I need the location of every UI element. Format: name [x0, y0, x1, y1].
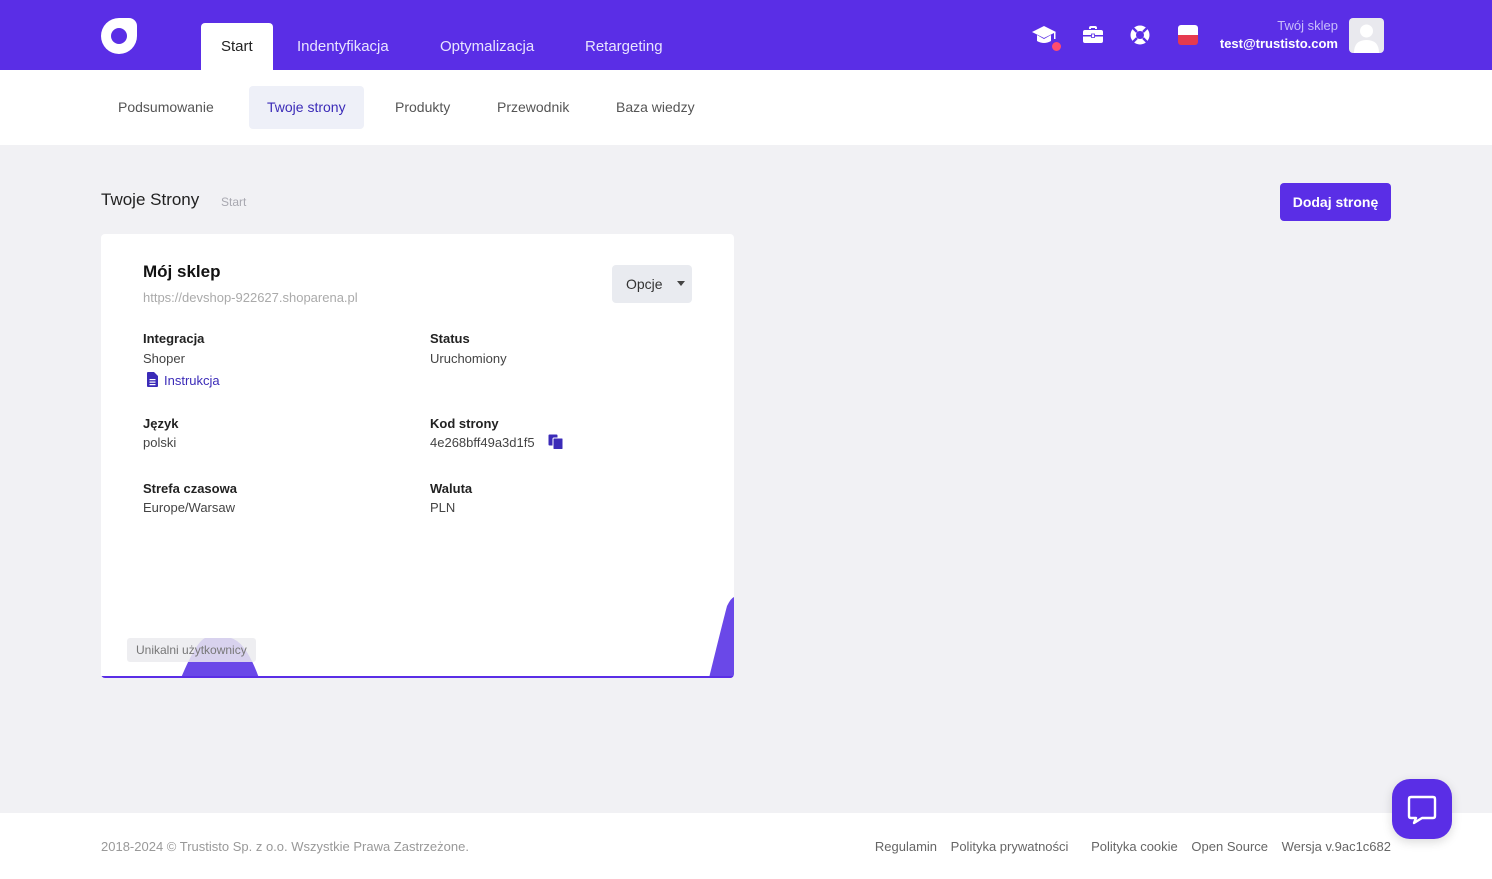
options-label: Opcje: [626, 276, 663, 292]
document-icon: [147, 372, 158, 387]
timezone-label: Strefa czasowa: [143, 481, 237, 496]
app-version: Wersja v.9ac1c682: [1281, 839, 1391, 854]
language-label: Język: [143, 416, 179, 431]
lifebuoy-icon[interactable]: [1127, 22, 1153, 48]
subtab-przewodnik[interactable]: Przewodnik: [479, 86, 587, 129]
site-url[interactable]: https://devshop-922627.shoparena.pl: [143, 290, 358, 305]
tab-optymalizacja[interactable]: Optymalizacja: [440, 23, 534, 70]
footer-links: Regulamin Polityka prywatności Polityka …: [865, 839, 1391, 854]
currency-label: Waluta: [430, 481, 473, 496]
tab-retargeting[interactable]: Retargeting: [585, 23, 663, 70]
copyright: 2018-2024 © Trustisto Sp. z o.o. Wszystk…: [101, 839, 469, 854]
footer-link-privacy[interactable]: Polityka prywatności: [951, 839, 1069, 854]
tab-start[interactable]: Start: [201, 23, 273, 70]
avatar-icon[interactable]: [1349, 18, 1384, 53]
site-name: Mój sklep: [143, 262, 221, 281]
trustisto-logo[interactable]: [101, 18, 137, 54]
sub-navigation: Podsumowanie Twoje strony Produkty Przew…: [0, 70, 1492, 145]
site-code-value: 4e268bff49a3d1f5: [430, 435, 535, 450]
user-email[interactable]: test@trustisto.com: [1220, 36, 1338, 51]
user-shop-name: Twój sklep: [1277, 18, 1338, 33]
top-bar: Start Indentyfikacja Optymalizacja Retar…: [0, 0, 1492, 70]
chart-label: Unikalni użytkownicy: [127, 638, 256, 662]
breadcrumb[interactable]: Start: [221, 195, 246, 209]
instructions-link[interactable]: Instrukcja: [143, 372, 220, 388]
caret-down-icon: [677, 281, 685, 286]
instructions-label: Instrukcja: [164, 373, 220, 388]
chat-icon: [1407, 795, 1437, 825]
subtab-twoje-strony[interactable]: Twoje strony: [249, 86, 364, 129]
tab-identyfikacja[interactable]: Indentyfikacja: [297, 23, 389, 70]
footer: 2018-2024 © Trustisto Sp. z o.o. Wszystk…: [0, 813, 1492, 879]
subtab-produkty[interactable]: Produkty: [377, 86, 468, 129]
footer-link-open-source[interactable]: Open Source: [1191, 839, 1268, 854]
timezone-value: Europe/Warsaw: [143, 500, 235, 515]
page-title: Twoje Strony: [101, 190, 200, 209]
footer-link-regulamin[interactable]: Regulamin: [875, 839, 937, 854]
subtab-podsumowanie[interactable]: Podsumowanie: [100, 86, 232, 129]
options-dropdown-button[interactable]: Opcje: [612, 265, 692, 303]
copy-icon[interactable]: [548, 434, 564, 450]
language-value: polski: [143, 435, 177, 450]
status-value: Uruchomiony: [430, 351, 507, 366]
site-code-label: Kod strony: [430, 416, 499, 431]
footer-link-cookie[interactable]: Polityka cookie: [1091, 839, 1178, 854]
integration-label: Integracja: [143, 331, 205, 346]
status-label: Status: [430, 331, 470, 346]
flag-pl-icon[interactable]: [1178, 25, 1198, 45]
subtab-baza-wiedzy[interactable]: Baza wiedzy: [598, 86, 713, 129]
integration-value: Shoper: [143, 351, 185, 366]
briefcase-icon[interactable]: [1080, 22, 1106, 48]
add-site-button[interactable]: Dodaj stronę: [1280, 183, 1391, 221]
site-card: Mój sklep https://devshop-922627.shopare…: [101, 234, 734, 678]
chat-launcher-button[interactable]: [1392, 779, 1452, 839]
notification-dot: [1051, 41, 1062, 52]
currency-value: PLN: [430, 500, 456, 515]
